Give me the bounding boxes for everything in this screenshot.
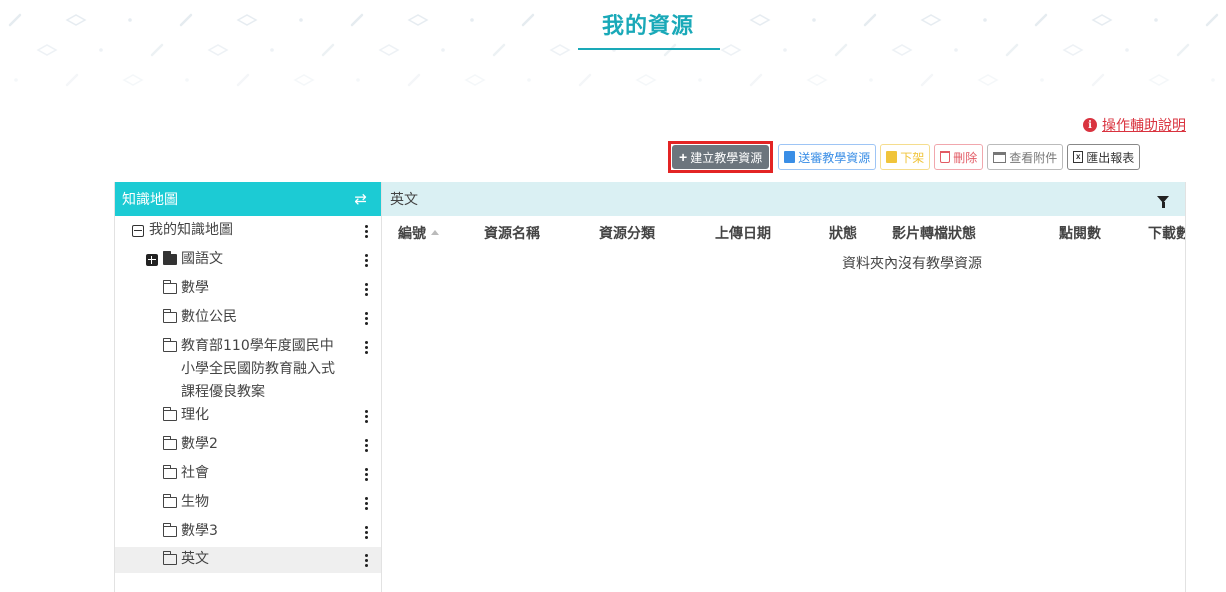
knowledge-map-panel: 知識地圖 ⇄ 我的知識地圖 國語文 數學 數位公民 教育部110學年度國民中小學… xyxy=(114,182,382,592)
column-header-category[interactable]: 資源分類 xyxy=(599,223,655,243)
tree-root[interactable]: 我的知識地圖 xyxy=(115,219,381,242)
knowledge-map-title: 知識地圖 xyxy=(122,192,178,208)
folder-icon xyxy=(162,494,177,508)
more-vertical-icon[interactable] xyxy=(365,312,369,325)
more-vertical-icon[interactable] xyxy=(365,254,369,267)
document-upload-icon xyxy=(784,151,796,163)
sort-asc-icon xyxy=(431,230,439,235)
tree-item-label: 英文 xyxy=(181,551,209,567)
tree-item-label: 社會 xyxy=(181,465,209,481)
more-vertical-icon[interactable] xyxy=(365,341,369,354)
tree-item-label: 數學 xyxy=(181,280,209,296)
column-header-views[interactable]: 點閱數 xyxy=(1059,223,1101,243)
folder-icon xyxy=(162,436,177,450)
tree-item-biology[interactable]: 生物 xyxy=(115,491,381,514)
folder-icon xyxy=(162,338,177,352)
table-header: 編號 資源名稱 資源分類 上傳日期 狀態 影片轉檔狀態 點閱數 下載數 xyxy=(382,216,1185,246)
submit-review-button[interactable]: 送審教學資源 xyxy=(778,144,877,170)
expand-icon[interactable] xyxy=(146,254,158,266)
current-folder-name: 英文 xyxy=(390,192,418,208)
info-icon: i xyxy=(1083,118,1097,132)
tree-item-physics-chemistry[interactable]: 理化 xyxy=(115,404,381,427)
tree-item-defense-education[interactable]: 教育部110學年度國民中小學全民國防教育融入式課程優良教案 xyxy=(115,335,381,404)
knowledge-map-header: 知識地圖 ⇄ xyxy=(115,182,381,216)
unpublish-button[interactable]: 下架 xyxy=(880,144,931,170)
tree-root-label: 我的知識地圖 xyxy=(149,222,233,238)
page-banner: 我的資源 xyxy=(0,0,1226,92)
document-download-icon xyxy=(886,151,898,163)
knowledge-tree: 我的知識地圖 國語文 數學 數位公民 教育部110學年度國民中小學全民國防教育融… xyxy=(115,216,381,573)
tree-item-digital-citizen[interactable]: 數位公民 xyxy=(115,306,381,329)
column-header-name[interactable]: 資源名稱 xyxy=(484,223,540,243)
swap-icon[interactable]: ⇄ xyxy=(354,190,367,208)
title-underline xyxy=(578,48,720,50)
more-vertical-icon[interactable] xyxy=(365,225,369,238)
folder-icon xyxy=(162,523,177,537)
folder-icon xyxy=(162,251,177,265)
create-resource-button[interactable]: + 建立教學資源 xyxy=(672,145,770,169)
more-vertical-icon[interactable] xyxy=(365,526,369,539)
column-header-upload-date[interactable]: 上傳日期 xyxy=(715,223,771,243)
filter-icon[interactable] xyxy=(1157,195,1169,208)
folder-icon xyxy=(162,309,177,323)
trash-icon xyxy=(940,151,951,163)
export-report-label: 匯出報表 xyxy=(1086,150,1135,165)
more-vertical-icon[interactable] xyxy=(365,554,369,567)
tree-item-label: 理化 xyxy=(181,407,209,423)
tree-item-social[interactable]: 社會 xyxy=(115,462,381,485)
unpublish-label: 下架 xyxy=(900,150,925,165)
delete-button[interactable]: 刪除 xyxy=(934,144,984,170)
column-header-video-status[interactable]: 影片轉檔狀態 xyxy=(892,223,976,243)
tree-item-label: 數學2 xyxy=(181,436,218,452)
tree-item-english[interactable]: 英文 xyxy=(115,547,381,573)
tree-item-chinese[interactable]: 國語文 xyxy=(115,248,381,271)
view-attachments-button[interactable]: 查看附件 xyxy=(987,144,1064,170)
tree-item-label: 國語文 xyxy=(181,251,223,267)
plus-icon: + xyxy=(679,149,688,165)
tree-item-label: 數學3 xyxy=(181,523,218,539)
tree-item-label: 生物 xyxy=(181,494,209,510)
column-header-downloads[interactable]: 下載數 xyxy=(1148,223,1185,243)
tree-item-math-2[interactable]: 數學2 xyxy=(115,433,381,456)
tree-item-label: 數位公民 xyxy=(181,309,237,325)
toolbar: + 建立教學資源 送審教學資源 下架 刪除 查看附件 x 匯出報表 xyxy=(668,140,1141,174)
more-vertical-icon[interactable] xyxy=(365,497,369,510)
tree-item-label: 教育部110學年度國民中小學全民國防教育融入式課程優良教案 xyxy=(181,338,335,400)
column-header-status[interactable]: 狀態 xyxy=(829,223,857,243)
more-vertical-icon[interactable] xyxy=(365,410,369,423)
folder-icon xyxy=(162,407,177,421)
more-vertical-icon[interactable] xyxy=(365,468,369,481)
help-link[interactable]: i 操作輔助說明 xyxy=(1083,115,1186,135)
view-attachments-label: 查看附件 xyxy=(1009,150,1058,165)
tree-item-math[interactable]: 數學 xyxy=(115,277,381,300)
help-link-label: 操作輔助說明 xyxy=(1102,118,1186,134)
windows-icon xyxy=(993,151,1007,163)
folder-icon xyxy=(162,551,177,565)
column-header-id[interactable]: 編號 xyxy=(398,223,439,243)
delete-label: 刪除 xyxy=(953,150,978,165)
tree-item-math-3[interactable]: 數學3 xyxy=(115,520,381,543)
export-report-button[interactable]: x 匯出報表 xyxy=(1067,144,1141,170)
resource-panel-header: 英文 xyxy=(382,182,1185,216)
folder-icon xyxy=(162,280,177,294)
submit-review-label: 送審教學資源 xyxy=(798,150,871,165)
excel-file-icon: x xyxy=(1073,151,1084,163)
create-button-highlight: + 建立教學資源 xyxy=(668,141,774,173)
create-resource-label: 建立教學資源 xyxy=(690,150,763,165)
page-title: 我的資源 xyxy=(601,14,694,39)
more-vertical-icon[interactable] xyxy=(365,439,369,452)
more-vertical-icon[interactable] xyxy=(365,283,369,296)
collapse-icon[interactable] xyxy=(132,225,144,237)
resource-panel: 英文 編號 資源名稱 資源分類 上傳日期 狀態 影片轉檔狀態 點閱數 下載數 資… xyxy=(382,182,1186,592)
folder-icon xyxy=(162,465,177,479)
empty-table-message: 資料夾內沒有教學資源 xyxy=(842,256,982,272)
